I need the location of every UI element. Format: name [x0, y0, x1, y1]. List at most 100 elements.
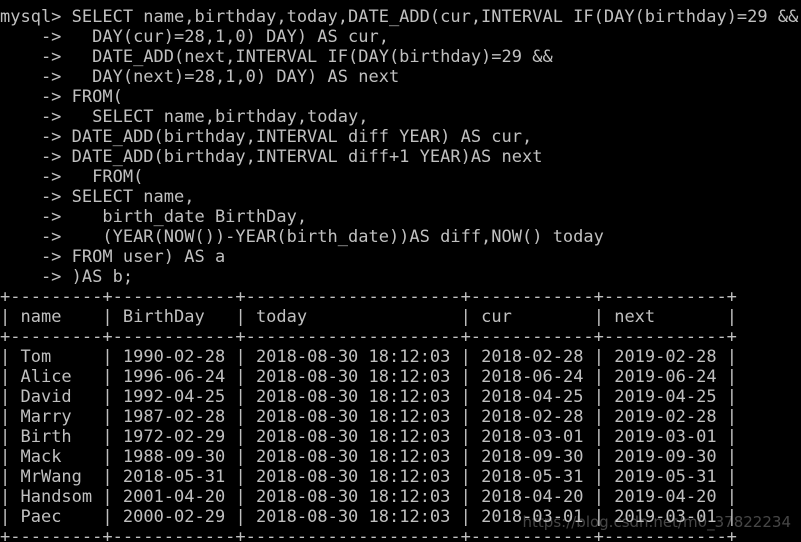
continuation-prompt: -> [0, 47, 62, 67]
table-cell: 2018-03-01 [470, 427, 594, 447]
mysql-terminal-window[interactable]: mysql> SELECT name,birthday,today,DATE_A… [0, 0, 801, 542]
table-cell: 2018-08-30 18:12:03 [245, 507, 461, 527]
query-text: DATE_ADD(birthday,INTERVAL diff YEAR) AS… [61, 127, 533, 147]
table-cell: 2018-08-30 18:12:03 [245, 447, 461, 467]
table-cell: 1992-04-25 [112, 387, 236, 407]
table-row: | Alice | 1996-06-24 | 2018-08-30 18:12:… [0, 367, 738, 387]
table-cell: 2018-02-28 [470, 407, 594, 427]
table-cell: 2018-08-30 18:12:03 [245, 347, 461, 367]
query-line: -> FROM( [0, 87, 801, 107]
query-text: SELECT name,birthday,today, [61, 107, 369, 127]
table-row: | MrWang | 2018-05-31 | 2018-08-30 18:12… [0, 467, 738, 487]
table-cell: 2019-04-25 [603, 387, 727, 407]
column-header: cur [470, 307, 594, 327]
table-cell: 1972-02-29 [112, 427, 236, 447]
column-header: next [603, 307, 727, 327]
table-cell: 2018-09-30 [470, 447, 594, 467]
continuation-prompt: -> [0, 187, 62, 207]
continuation-prompt: -> [0, 127, 62, 147]
query-line: -> FROM( [0, 167, 801, 187]
table-cell: 2018-08-30 18:12:03 [245, 467, 461, 487]
query-text: FROM( [61, 167, 144, 187]
result-table: +---------+------------+----------------… [0, 287, 801, 542]
table-cell: Handsom [10, 487, 103, 507]
table-border: +---------+------------+----------------… [0, 327, 737, 347]
table-cell: 2019-03-01 [603, 427, 727, 447]
table-row: | David | 1992-04-25 | 2018-08-30 18:12:… [0, 387, 738, 407]
table-cell: Alice [10, 367, 103, 387]
blog-watermark: https://blog.csdn.net/m0_37822234 [522, 513, 791, 531]
query-line: -> (YEAR(NOW())-YEAR(birth_date))AS diff… [0, 227, 801, 247]
table-cell: 2018-05-31 [112, 467, 236, 487]
query-line: -> )AS b; [0, 267, 801, 287]
query-text: DAY(next)=28,1,0) DAY) AS next [61, 67, 400, 87]
table-cell: 2019-02-28 [603, 407, 727, 427]
continuation-prompt: -> [0, 267, 62, 287]
table-row: | Mack | 1988-09-30 | 2018-08-30 18:12:0… [0, 447, 738, 467]
sql-query-block: mysql> SELECT name,birthday,today,DATE_A… [0, 7, 801, 287]
query-text: SELECT name,birthday,today,DATE_ADD(cur,… [61, 7, 799, 27]
query-text: SELECT name, [61, 187, 195, 207]
table-cell: 1988-09-30 [112, 447, 236, 467]
table-cell: Birth [10, 427, 103, 447]
table-cell: 2019-09-30 [603, 447, 727, 467]
query-text: DATE_ADD(birthday,INTERVAL diff+1 YEAR)A… [61, 147, 543, 167]
table-row: | Birth | 1972-02-29 | 2018-08-30 18:12:… [0, 427, 738, 447]
table-cell: 2018-06-24 [470, 367, 594, 387]
continuation-prompt: -> [0, 207, 62, 227]
table-cell: 2018-02-28 [470, 347, 594, 367]
table-cell: 2000-02-29 [112, 507, 236, 527]
table-cell: Paec [10, 507, 103, 527]
query-text: DAY(cur)=28,1,0) DAY) AS cur, [61, 27, 389, 47]
table-cell: 2001-04-20 [112, 487, 236, 507]
query-text: DATE_ADD(next,INTERVAL IF(DAY(birthday)=… [61, 47, 553, 67]
table-cell: 2018-08-30 18:12:03 [245, 367, 461, 387]
table-cell: Mack [10, 447, 103, 467]
query-line: -> birth_date BirthDay, [0, 207, 801, 227]
query-line: -> DAY(cur)=28,1,0) DAY) AS cur, [0, 27, 801, 47]
query-line: -> DATE_ADD(birthday,INTERVAL diff YEAR)… [0, 127, 801, 147]
query-line: -> DATE_ADD(birthday,INTERVAL diff+1 YEA… [0, 147, 801, 167]
continuation-prompt: -> [0, 107, 62, 127]
continuation-prompt: -> [0, 27, 62, 47]
table-cell: Tom [10, 347, 103, 367]
table-cell: 2019-05-31 [603, 467, 727, 487]
table-row: | Handsom | 2001-04-20 | 2018-08-30 18:1… [0, 487, 738, 507]
query-line: -> FROM user) AS a [0, 247, 801, 267]
query-line: -> DAY(next)=28,1,0) DAY) AS next [0, 67, 801, 87]
table-row: | Marry | 1987-02-28 | 2018-08-30 18:12:… [0, 407, 738, 427]
table-cell: 2018-08-30 18:12:03 [245, 427, 461, 447]
table-cell: 2019-06-24 [603, 367, 727, 387]
table-cell: David [10, 387, 103, 407]
continuation-prompt: -> [0, 67, 62, 87]
query-line: -> SELECT name,birthday,today, [0, 107, 801, 127]
query-line: -> SELECT name, [0, 187, 801, 207]
query-text: birth_date BirthDay, [61, 207, 308, 227]
column-header: today [245, 307, 461, 327]
column-header: name [10, 307, 103, 327]
table-cell: Marry [10, 407, 103, 427]
continuation-prompt: -> [0, 87, 62, 107]
query-text: )AS b; [61, 267, 134, 287]
table-cell: 1987-02-28 [112, 407, 236, 427]
continuation-prompt: -> [0, 247, 62, 267]
table-row: | Tom | 1990-02-28 | 2018-08-30 18:12:03… [0, 347, 738, 367]
table-border: +---------+------------+----------------… [0, 287, 737, 307]
query-text: FROM user) AS a [61, 247, 226, 267]
table-cell: 2018-05-31 [470, 467, 594, 487]
query-text: (YEAR(NOW())-YEAR(birth_date))AS diff,NO… [61, 227, 604, 247]
query-text: FROM( [61, 87, 123, 107]
continuation-prompt: -> [0, 167, 62, 187]
query-line: -> DATE_ADD(next,INTERVAL IF(DAY(birthda… [0, 47, 801, 67]
table-cell: 2019-04-20 [603, 487, 727, 507]
table-header-row: | name | BirthDay | today | cur | next | [0, 307, 738, 327]
table-cell: 2018-08-30 18:12:03 [245, 407, 461, 427]
table-cell: 1996-06-24 [112, 367, 236, 387]
table-cell: 1990-02-28 [112, 347, 236, 367]
continuation-prompt: -> [0, 147, 62, 167]
table-cell: 2019-02-28 [603, 347, 727, 367]
table-cell: 2018-04-25 [470, 387, 594, 407]
table-cell: 2018-08-30 18:12:03 [245, 387, 461, 407]
query-line: mysql> SELECT name,birthday,today,DATE_A… [0, 7, 801, 27]
mysql-prompt: mysql> [0, 7, 62, 27]
